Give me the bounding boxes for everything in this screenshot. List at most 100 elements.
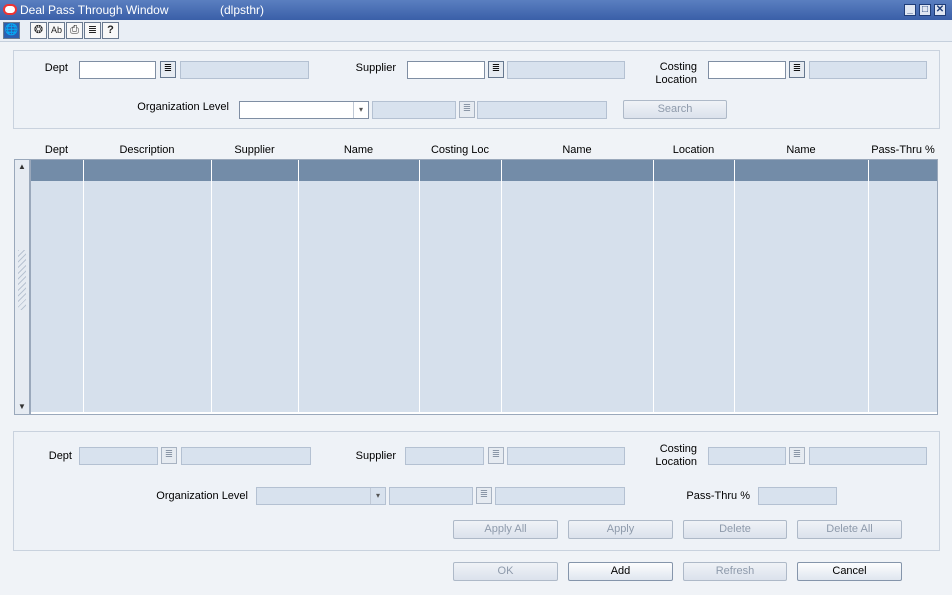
table-cell[interactable] — [735, 244, 869, 265]
search-dept-lov-icon[interactable]: ≣ — [160, 61, 176, 78]
table-cell[interactable] — [31, 370, 84, 391]
table-cell[interactable] — [212, 370, 299, 391]
detail-supplier-field[interactable] — [405, 447, 484, 465]
table-cell[interactable] — [654, 244, 735, 265]
table-cell[interactable] — [84, 265, 212, 286]
table-cell[interactable] — [869, 223, 937, 244]
table-cell[interactable] — [502, 202, 654, 223]
table-cell[interactable] — [502, 370, 654, 391]
table-cell[interactable] — [420, 286, 502, 307]
table-cell[interactable] — [502, 160, 654, 181]
table-row[interactable] — [31, 265, 937, 286]
table-cell[interactable] — [31, 328, 84, 349]
table-cell[interactable] — [420, 202, 502, 223]
list-icon[interactable]: ≣ — [84, 22, 101, 39]
table-cell[interactable] — [869, 349, 937, 370]
table-cell[interactable] — [502, 223, 654, 244]
table-cell[interactable] — [420, 391, 502, 412]
table-cell[interactable] — [654, 265, 735, 286]
table-cell[interactable] — [299, 160, 420, 181]
table-cell[interactable] — [31, 202, 84, 223]
search-org-lov-icon[interactable]: ≣ — [459, 101, 475, 118]
table-row[interactable] — [31, 349, 937, 370]
search-supplier-input[interactable] — [407, 61, 485, 79]
table-cell[interactable] — [212, 202, 299, 223]
table-cell[interactable] — [299, 265, 420, 286]
table-cell[interactable] — [31, 181, 84, 202]
table-cell[interactable] — [735, 160, 869, 181]
refresh-button[interactable]: Refresh — [683, 562, 787, 581]
table-cell[interactable] — [735, 202, 869, 223]
detail-passthru-field[interactable] — [758, 487, 837, 505]
table-cell[interactable] — [299, 181, 420, 202]
table-cell[interactable] — [84, 349, 212, 370]
table-row[interactable] — [31, 202, 937, 223]
table-cell[interactable] — [84, 370, 212, 391]
table-cell[interactable] — [84, 181, 212, 202]
table-cell[interactable] — [420, 265, 502, 286]
add-button[interactable]: Add — [568, 562, 673, 581]
table-cell[interactable] — [502, 349, 654, 370]
ok-button[interactable]: OK — [453, 562, 558, 581]
table-cell[interactable] — [420, 181, 502, 202]
search-costing-lov-icon[interactable]: ≣ — [789, 61, 805, 78]
table-cell[interactable] — [31, 244, 84, 265]
table-cell[interactable] — [869, 391, 937, 412]
detail-costing-field[interactable] — [708, 447, 786, 465]
cancel-button[interactable]: Cancel — [797, 562, 902, 581]
apply-all-button[interactable]: Apply All — [453, 520, 558, 539]
table-cell[interactable] — [735, 307, 869, 328]
table-cell[interactable] — [654, 286, 735, 307]
close-button[interactable]: ✕ — [934, 4, 946, 16]
table-cell[interactable] — [735, 181, 869, 202]
table-cell[interactable] — [654, 202, 735, 223]
table-cell[interactable] — [299, 328, 420, 349]
table-cell[interactable] — [502, 391, 654, 412]
table-cell[interactable] — [299, 349, 420, 370]
table-cell[interactable] — [212, 328, 299, 349]
table-cell[interactable] — [869, 286, 937, 307]
table-cell[interactable] — [502, 307, 654, 328]
table-cell[interactable] — [299, 223, 420, 244]
detail-org-value-field[interactable] — [389, 487, 473, 505]
table-cell[interactable] — [31, 223, 84, 244]
table-cell[interactable] — [31, 349, 84, 370]
table-row[interactable] — [31, 307, 937, 328]
table-cell[interactable] — [735, 223, 869, 244]
delete-all-button[interactable]: Delete All — [797, 520, 902, 539]
table-cell[interactable] — [420, 244, 502, 265]
table-cell[interactable] — [735, 328, 869, 349]
detail-supplier-lov-icon[interactable]: ≣ — [488, 447, 504, 464]
apply-button[interactable]: Apply — [568, 520, 673, 539]
table-cell[interactable] — [735, 391, 869, 412]
table-cell[interactable] — [869, 160, 937, 181]
print-icon[interactable]: ⎙ — [66, 22, 83, 39]
table-cell[interactable] — [502, 286, 654, 307]
scroll-down-icon[interactable]: ▼ — [15, 400, 29, 414]
table-row[interactable] — [31, 286, 937, 307]
table-row[interactable] — [31, 370, 937, 391]
maximize-button[interactable]: □ — [919, 4, 931, 16]
table-cell[interactable] — [299, 370, 420, 391]
table-cell[interactable] — [84, 328, 212, 349]
table-cell[interactable] — [735, 349, 869, 370]
table-cell[interactable] — [212, 265, 299, 286]
table-cell[interactable] — [299, 244, 420, 265]
table-cell[interactable] — [84, 244, 212, 265]
table-row[interactable] — [31, 160, 937, 181]
table-cell[interactable] — [502, 328, 654, 349]
search-button[interactable]: Search — [623, 100, 727, 119]
detail-dept-lov-icon[interactable]: ≣ — [161, 447, 177, 464]
table-cell[interactable] — [654, 307, 735, 328]
table-cell[interactable] — [654, 370, 735, 391]
search-org-level-select[interactable]: ▾ — [239, 101, 369, 119]
table-cell[interactable] — [420, 307, 502, 328]
table-cell[interactable] — [735, 265, 869, 286]
table-cell[interactable] — [420, 223, 502, 244]
table-cell[interactable] — [84, 286, 212, 307]
scroll-up-icon[interactable]: ▲ — [15, 160, 29, 174]
table-row[interactable] — [31, 181, 937, 202]
table-cell[interactable] — [420, 349, 502, 370]
table-cell[interactable] — [212, 160, 299, 181]
table-cell[interactable] — [212, 223, 299, 244]
